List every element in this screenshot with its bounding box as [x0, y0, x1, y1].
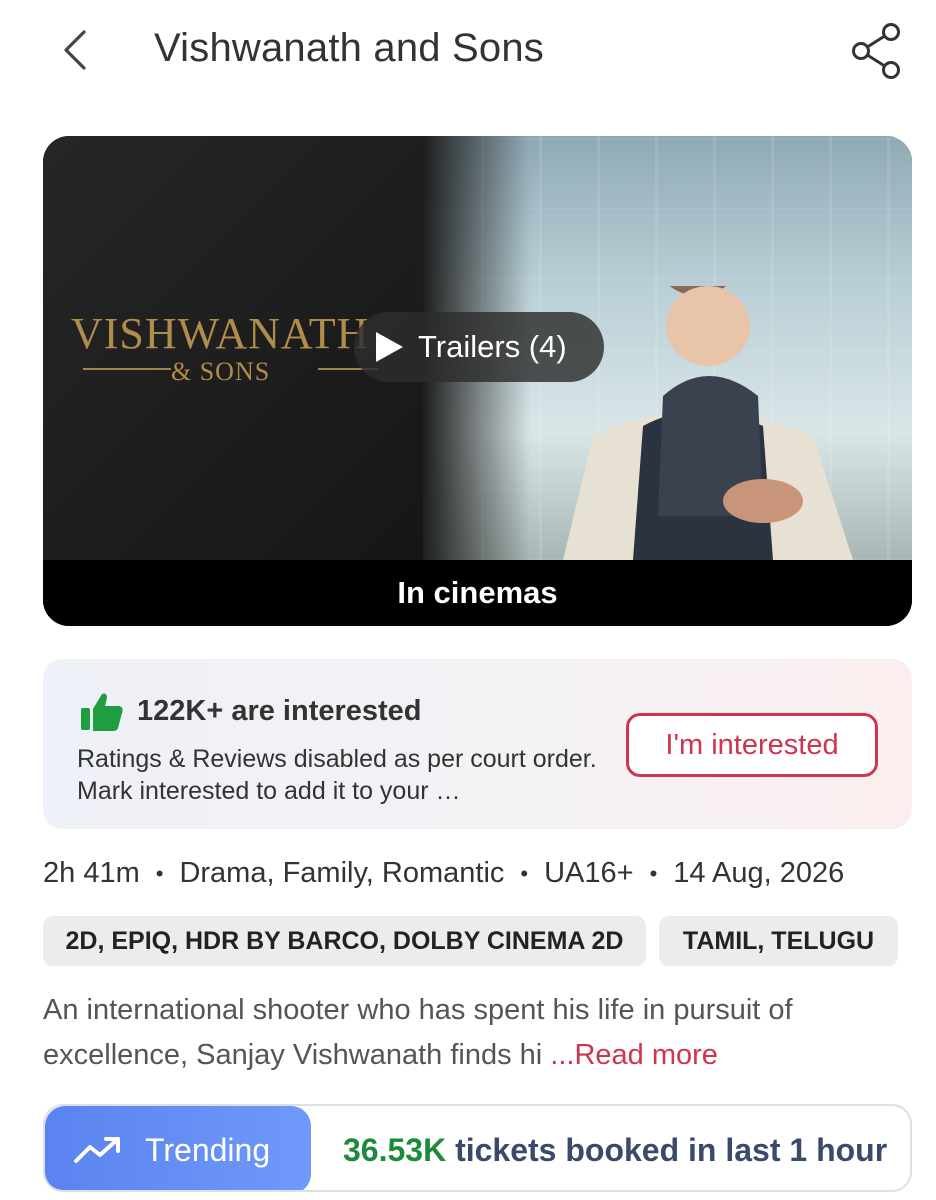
- thumbs-up-icon: [81, 693, 123, 731]
- logo-ornament-left: [83, 368, 171, 370]
- separator-dot: •: [649, 860, 658, 886]
- share-button[interactable]: [846, 20, 908, 82]
- separator-dot: •: [155, 860, 164, 886]
- movie-detail-page: Vishwanath and Sons VISHWANATH & SONS Tr…: [0, 0, 936, 1200]
- trending-chip[interactable]: Trending: [45, 1106, 311, 1190]
- release-status-strip: In cinemas: [43, 560, 912, 626]
- booking-stats: 36.53K tickets booked in last 1 hour: [343, 1132, 887, 1169]
- page-title: Vishwanath and Sons: [154, 26, 545, 70]
- im-interested-button[interactable]: I'm interested: [626, 713, 878, 777]
- movie-meta: 2h 41m • Drama, Family, Romantic • UA16+…: [43, 857, 844, 890]
- logo-main-text: VISHWANATH: [71, 309, 370, 358]
- booking-suffix: tickets booked in last 1 hour: [446, 1132, 888, 1168]
- back-arrow-icon: [64, 30, 86, 70]
- trailers-label: Trailers (4): [418, 329, 567, 364]
- movie-banner[interactable]: VISHWANATH & SONS Trailers (4) In cinema…: [43, 136, 912, 626]
- trending-bar[interactable]: Trending 36.53K tickets booked in last 1…: [43, 1104, 912, 1192]
- languages-tag: TAMIL, TELUGU: [659, 916, 898, 966]
- back-button[interactable]: [52, 24, 104, 76]
- booking-count: 36.53K: [343, 1132, 447, 1168]
- trending-up-icon: [74, 1137, 120, 1163]
- trending-label: Trending: [145, 1131, 271, 1168]
- trailers-button[interactable]: Trailers (4): [354, 312, 604, 382]
- interest-count: 122K+ are interested: [137, 695, 422, 727]
- formats-tag: 2D, EPIQ, HDR BY BARCO, DOLBY CINEMA 2D: [43, 916, 646, 966]
- play-icon: [376, 332, 403, 362]
- genres: Drama, Family, Romantic: [179, 857, 505, 889]
- read-more-link[interactable]: ...Read more: [550, 1039, 718, 1071]
- duration: 2h 41m: [43, 857, 140, 889]
- share-icon: [852, 23, 900, 79]
- logo-sub-text: & SONS: [171, 357, 271, 386]
- release-date: 14 Aug, 2026: [673, 857, 845, 889]
- header: Vishwanath and Sons: [0, 0, 936, 105]
- separator-dot: •: [520, 860, 529, 886]
- certificate: UA16+: [544, 857, 634, 889]
- movie-logo: VISHWANATH & SONS: [71, 308, 401, 387]
- synopsis: An international shooter who has spent h…: [43, 988, 903, 1078]
- interest-card: 122K+ are interested Ratings & Reviews d…: [43, 659, 912, 829]
- interest-description: Ratings & Reviews disabled as per court …: [77, 745, 597, 805]
